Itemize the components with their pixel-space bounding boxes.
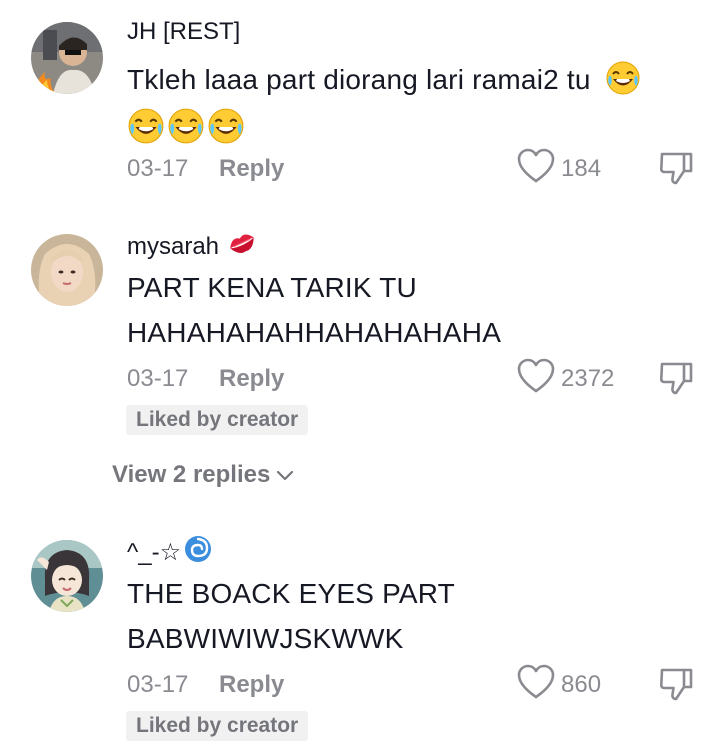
kiss-mark-emoji-icon: [227, 230, 257, 263]
comment-date: 03-17: [127, 365, 189, 392]
heart-outline-icon: [517, 358, 555, 399]
username[interactable]: mysarah: [127, 230, 257, 263]
username[interactable]: JH [REST]: [127, 18, 240, 46]
comment-date: 03-17: [127, 155, 189, 182]
laughing-emoji-icon: [127, 107, 165, 150]
reply-button[interactable]: Reply: [219, 155, 284, 183]
dislike-button[interactable]: [658, 666, 694, 707]
comment-text-line: BABWIWIWJSKWWK: [127, 623, 404, 654]
heart-outline-icon: [517, 148, 555, 189]
comment-text-line: PART KENA TARIK TU: [127, 272, 417, 303]
thumbs-down-icon: [658, 668, 694, 706]
liked-by-creator-badge: Liked by creator: [126, 405, 309, 435]
chevron-down-icon: [276, 461, 294, 489]
dislike-button[interactable]: [658, 360, 694, 401]
avatar[interactable]: [31, 234, 103, 306]
thumbs-down-icon: [658, 362, 694, 400]
username-text: ^_-☆: [127, 539, 182, 566]
cyclone-emoji-icon: [183, 534, 213, 571]
username-text: JH [REST]: [127, 18, 241, 45]
dislike-button[interactable]: [658, 150, 694, 191]
laughing-emoji-icon: [605, 60, 641, 103]
comment-text: Tkleh laaa part diorang lari ramai2 tu: [127, 60, 641, 103]
avatar[interactable]: [31, 540, 103, 612]
like-count: 860: [561, 670, 602, 698]
comment-text-line: HAHAHAHAHHAHAHAHAHA: [127, 317, 502, 348]
reply-button[interactable]: Reply: [219, 671, 284, 699]
laughing-emoji-icon: [167, 107, 205, 150]
username-text: mysarah: [127, 232, 220, 260]
like-count: 184: [561, 154, 602, 182]
laughing-emoji-icon: [207, 107, 245, 150]
avatar[interactable]: [31, 22, 103, 94]
emoji-row: [127, 107, 245, 150]
reply-button[interactable]: Reply: [219, 365, 284, 393]
like-button[interactable]: 2372: [517, 358, 614, 399]
username[interactable]: ^_-☆: [127, 534, 213, 571]
view-replies-button[interactable]: View 2 replies: [112, 461, 294, 489]
comment-text-line: Tkleh laaa part diorang lari ramai2 tu: [127, 63, 591, 95]
comment-text-line: THE BOACK EYES PART: [127, 578, 455, 609]
liked-by-creator-badge: Liked by creator: [126, 711, 309, 741]
comment-date: 03-17: [127, 671, 189, 698]
thumbs-down-icon: [658, 152, 694, 190]
like-count: 2372: [561, 364, 615, 392]
like-button[interactable]: 184: [517, 148, 601, 189]
view-replies-label: View 2 replies: [112, 461, 271, 488]
heart-outline-icon: [517, 664, 555, 705]
like-button[interactable]: 860: [517, 664, 601, 705]
